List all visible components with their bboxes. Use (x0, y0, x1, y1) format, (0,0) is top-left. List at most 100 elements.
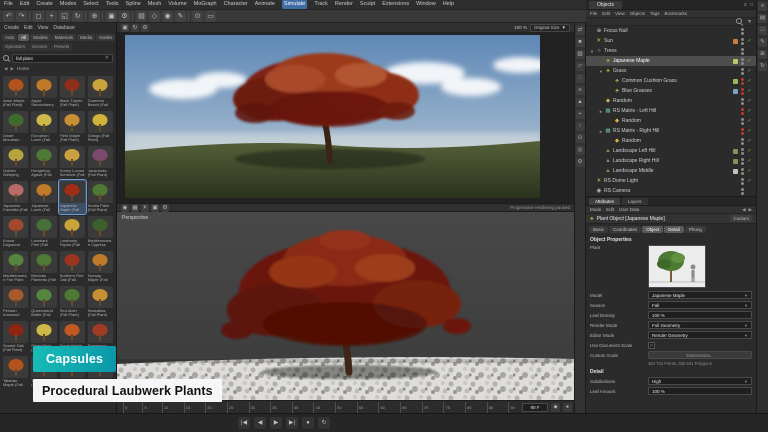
lighting-icon[interactable]: ☀ (141, 204, 149, 212)
visibility-dots[interactable] (741, 68, 744, 75)
point-mode-icon[interactable]: ∴ (576, 74, 585, 83)
menu-item[interactable]: Sculpt (360, 0, 375, 9)
render-view[interactable] (117, 33, 574, 203)
asset-sub-tab[interactable]: Operators (2, 43, 28, 50)
render-visibility-dot[interactable] (741, 62, 744, 65)
enabled-check-icon[interactable]: ✓ (746, 68, 753, 74)
render-visibility-dot[interactable] (741, 172, 744, 175)
solo-mode-icon[interactable]: ◎ (576, 146, 585, 155)
editor-visibility-dot[interactable] (741, 118, 744, 121)
visibility-dots[interactable] (741, 48, 744, 55)
editor-visibility-dot[interactable] (741, 108, 744, 111)
tag-chip[interactable] (733, 29, 738, 34)
view-options-icon[interactable]: ⚙ (161, 204, 169, 212)
render-visibility-dot[interactable] (741, 32, 744, 35)
editor-visibility-dot[interactable] (741, 128, 744, 131)
goto-start-icon[interactable]: |◀ (238, 417, 250, 429)
asset-item[interactable]: Black Tupelo (Fall Plant) (59, 75, 86, 109)
separator[interactable] (102, 12, 104, 21)
play-icon[interactable]: ▶ (270, 417, 282, 429)
render-mode-dropdown[interactable]: Full Geometry ▼ (648, 321, 752, 329)
visibility-dots[interactable] (741, 98, 744, 105)
menu-item[interactable]: Create (36, 0, 53, 9)
render-visibility-dot[interactable] (741, 152, 744, 155)
viewport-label[interactable]: Perspective (122, 215, 148, 221)
menu-item[interactable]: Select (83, 0, 98, 9)
editor-visibility-dot[interactable] (741, 98, 744, 101)
clear-search-icon[interactable]: ✕ (105, 55, 109, 61)
tag-chip[interactable] (733, 169, 738, 174)
enabled-check-icon[interactable]: ✓ (746, 78, 753, 84)
editor-visibility-dot[interactable] (741, 148, 744, 151)
render-visibility-dot[interactable] (741, 72, 744, 75)
asset-item[interactable]: Scarlet Oak (Fall Plant) (2, 320, 29, 354)
asset-item[interactable]: Jacaranda (Fall Plant) (87, 145, 114, 179)
asset-filter-tab[interactable]: Media (77, 34, 95, 41)
object-name[interactable]: Random (621, 138, 733, 144)
render-visibility-dot[interactable] (741, 192, 744, 195)
asset-item[interactable]: European Larch (Fall Plant) (30, 110, 57, 144)
object-name[interactable]: Sun (603, 38, 733, 44)
object-tree-row[interactable]: ☀ RS Dome Light ✓ (586, 176, 756, 186)
menu-item[interactable]: Character (224, 0, 248, 9)
visibility-dots[interactable] (741, 118, 744, 125)
live-select-icon[interactable]: ◻ (33, 11, 44, 22)
asset-search-input[interactable]: fall plant ✕ (12, 54, 113, 63)
visibility-dots[interactable] (741, 128, 744, 135)
layout-icon[interactable]: ▤ (758, 14, 767, 23)
object-name[interactable]: Landscape Middle (612, 168, 733, 174)
asset-item[interactable]: Northern Red Oak (Fall Plant) (59, 250, 86, 284)
visibility-dots[interactable] (741, 178, 744, 185)
editor-visibility-dot[interactable] (741, 168, 744, 171)
asset-item[interactable]: Persian Ironwood (Fall Plant) (2, 285, 29, 319)
redo-icon[interactable]: ↷ (16, 11, 27, 22)
visibility-dots[interactable] (741, 28, 744, 35)
asset-item[interactable]: Lacebark Pine (Fall Plant) (30, 215, 57, 249)
object-name[interactable]: Focus Null (603, 28, 733, 34)
editor-visibility-dot[interactable] (741, 38, 744, 41)
object-manager-menu-item[interactable]: Tags (650, 11, 660, 16)
tab-objects[interactable]: Objects (589, 1, 622, 9)
panel-menu-icon[interactable]: ≡ (744, 2, 747, 8)
enabled-check-icon[interactable]: ✓ (746, 98, 753, 104)
asset-item[interactable]: Queensland Bottle (Fall Plant) (30, 285, 57, 319)
object-tree-row[interactable]: ◆ Random ✓ (586, 136, 756, 146)
autokey-icon[interactable]: ● (563, 403, 572, 412)
object-name[interactable]: RS Dome Light (603, 178, 733, 184)
object-manager-menu-item[interactable]: View (615, 11, 625, 16)
object-tree-row[interactable]: ► ▦ RS Matrix - Right Hill ✓ (586, 126, 756, 136)
previous-frame-icon[interactable]: ◀ (254, 417, 266, 429)
editor-visibility-dot[interactable] (741, 88, 744, 91)
fields-icon[interactable]: ◉ (162, 11, 173, 22)
visibility-dots[interactable] (741, 138, 744, 145)
texture-mode-icon[interactable]: ▨ (576, 50, 585, 59)
workplane-icon[interactable]: ▭ (205, 11, 216, 22)
object-manager-menu-item[interactable]: Bookmarks (665, 11, 688, 16)
size-select[interactable]: Original Size ▼ (530, 24, 570, 32)
object-name[interactable]: Random (612, 98, 733, 104)
object-tree-row[interactable]: ► ▦ RS Matrix - Left Hill ✓ (586, 106, 756, 116)
visibility-dots[interactable] (741, 88, 744, 95)
visibility-dots[interactable] (741, 108, 744, 115)
render-visibility-dot[interactable] (741, 52, 744, 55)
editor-visibility-dot[interactable] (741, 188, 744, 191)
history-back-icon[interactable]: ◀ (742, 207, 745, 213)
asset-item[interactable]: Japanese Maple (Fall Plant) (59, 180, 86, 214)
render-visibility-dot[interactable] (741, 102, 744, 105)
custom-button[interactable]: Custom (730, 215, 752, 222)
asset-item[interactable]: Mexican Palmetto (Fall Plant) (30, 250, 57, 284)
reload-icon[interactable]: ↻ (758, 62, 767, 71)
snap-settings-icon[interactable]: ⊙ (192, 11, 203, 22)
deformers-icon[interactable]: ◇ (149, 11, 160, 22)
loop-icon[interactable]: ↻ (318, 417, 330, 429)
render-visibility-dot[interactable] (741, 142, 744, 145)
visibility-dots[interactable] (741, 158, 744, 165)
render-visibility-dot[interactable] (741, 182, 744, 185)
attribute-tab-button[interactable]: Detail (664, 226, 684, 233)
render-visibility-dot[interactable] (741, 92, 744, 95)
separator[interactable] (85, 12, 87, 21)
edge-mode-icon[interactable]: ≡ (576, 86, 585, 95)
object-tree-row[interactable]: ◉ RS Camera (586, 186, 756, 196)
menu-item[interactable]: Mesh (148, 0, 161, 9)
enabled-check-icon[interactable]: ✓ (746, 38, 753, 44)
